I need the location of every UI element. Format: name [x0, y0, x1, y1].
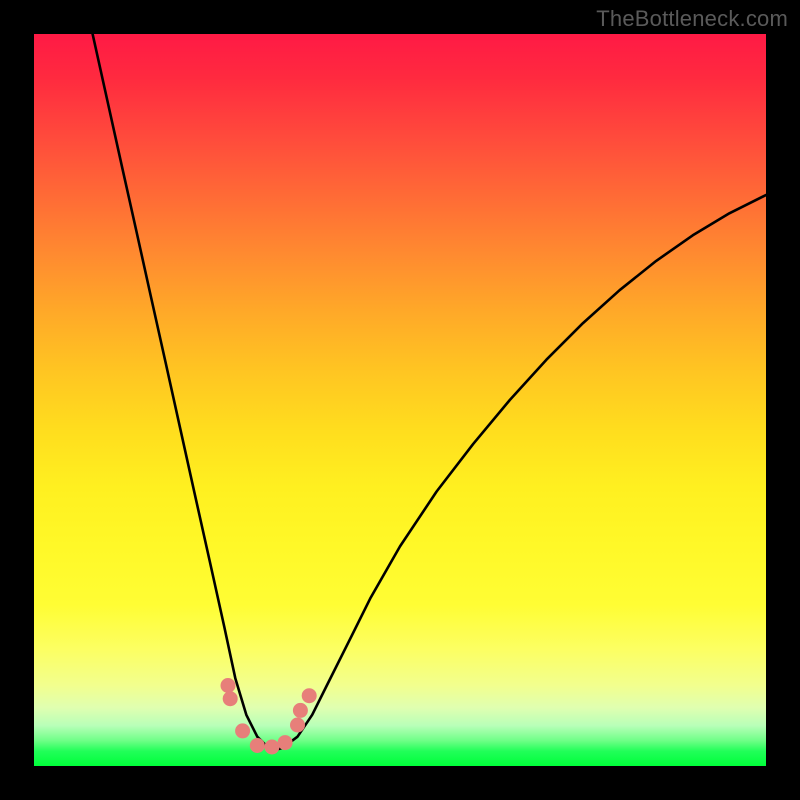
- marker-dot: [264, 740, 279, 755]
- watermark-text: TheBottleneck.com: [596, 6, 788, 32]
- marker-dot: [223, 691, 238, 706]
- chart-svg: [34, 34, 766, 766]
- marker-dot: [221, 678, 236, 693]
- marker-group: [221, 678, 317, 755]
- plot-area: [34, 34, 766, 766]
- marker-dot: [290, 718, 305, 733]
- marker-dot: [278, 735, 293, 750]
- marker-dot: [235, 723, 250, 738]
- marker-dot: [302, 688, 317, 703]
- outer-frame: TheBottleneck.com: [0, 0, 800, 800]
- marker-dot: [250, 738, 265, 753]
- marker-dot: [293, 703, 308, 718]
- curve-line: [93, 34, 766, 750]
